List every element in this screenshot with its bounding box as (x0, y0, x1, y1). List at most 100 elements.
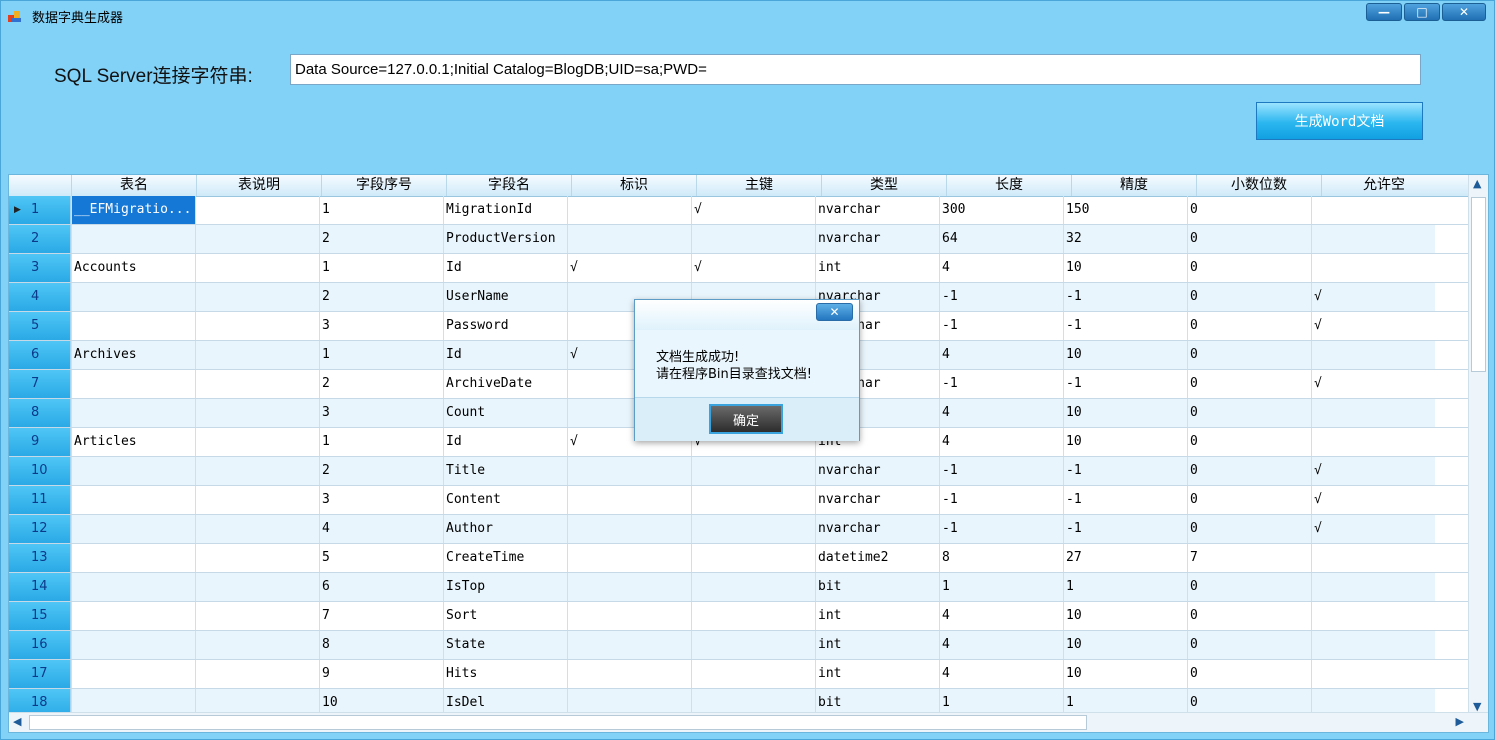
cell-field-name[interactable]: Author (443, 515, 567, 543)
cell-type[interactable]: int (815, 660, 939, 688)
col-header-identity[interactable]: 标识 (571, 175, 696, 196)
cell-field-order[interactable]: 2 (319, 283, 443, 311)
cell-type[interactable]: nvarchar (815, 486, 939, 514)
cell-length[interactable]: -1 (939, 370, 1063, 398)
cell-table-desc[interactable] (195, 196, 319, 224)
vertical-scrollbar[interactable]: ▲ ▼ (1468, 175, 1488, 715)
cell-table-name[interactable]: Archives (71, 341, 195, 369)
row-header[interactable]: 13 (9, 544, 71, 572)
cell-table-desc[interactable] (195, 544, 319, 572)
cell-field-order[interactable]: 3 (319, 399, 443, 427)
connection-string-input[interactable]: Data Source=127.0.0.1;Initial Catalog=Bl… (290, 54, 1421, 85)
cell-length[interactable]: 4 (939, 254, 1063, 282)
row-header[interactable]: ▶ 1 (9, 196, 71, 224)
cell-nullable[interactable] (1311, 341, 1435, 369)
cell-scale[interactable]: 0 (1187, 196, 1311, 224)
cell-nullable[interactable] (1311, 602, 1435, 630)
cell-nullable[interactable]: √ (1311, 312, 1435, 340)
cell-table-desc[interactable] (195, 312, 319, 340)
cell-precision[interactable]: 10 (1063, 254, 1187, 282)
horizontal-scrollbar[interactable]: ◀ ▶ (9, 712, 1488, 732)
generate-word-button[interactable]: 生成Word文档 (1256, 102, 1423, 140)
cell-precision[interactable]: 32 (1063, 225, 1187, 253)
cell-field-name[interactable]: UserName (443, 283, 567, 311)
cell-length[interactable]: 300 (939, 196, 1063, 224)
cell-primary-key[interactable] (691, 515, 815, 543)
cell-scale[interactable]: 0 (1187, 428, 1311, 456)
cell-identity[interactable] (567, 515, 691, 543)
cell-table-name[interactable] (71, 515, 195, 543)
cell-precision[interactable]: -1 (1063, 515, 1187, 543)
cell-field-order[interactable]: 1 (319, 254, 443, 282)
cell-table-desc[interactable] (195, 457, 319, 485)
cell-nullable[interactable]: √ (1311, 283, 1435, 311)
row-header[interactable]: 6 (9, 341, 71, 369)
cell-field-order[interactable]: 8 (319, 631, 443, 659)
cell-length[interactable]: 4 (939, 660, 1063, 688)
cell-precision[interactable]: 10 (1063, 399, 1187, 427)
cell-field-name[interactable]: Sort (443, 602, 567, 630)
col-header-table-desc[interactable]: 表说明 (196, 175, 321, 196)
cell-type[interactable]: nvarchar (815, 515, 939, 543)
table-row[interactable]: 2 2 ProductVersion nvarchar 64 32 0 (9, 225, 1470, 254)
cell-table-name[interactable] (71, 486, 195, 514)
cell-field-name[interactable]: ArchiveDate (443, 370, 567, 398)
cell-field-name[interactable]: Count (443, 399, 567, 427)
cell-table-name[interactable] (71, 544, 195, 572)
cell-nullable[interactable] (1311, 573, 1435, 601)
col-header-nullable[interactable]: 允许空 (1321, 175, 1446, 196)
data-grid[interactable]: 表名 表说明 字段序号 字段名 标识 主键 类型 长度 精度 小数位数 允许空 … (8, 174, 1489, 733)
cell-table-name[interactable] (71, 457, 195, 485)
row-header[interactable]: 12 (9, 515, 71, 543)
cell-table-name[interactable]: Accounts (71, 254, 195, 282)
cell-type[interactable]: bit (815, 573, 939, 601)
cell-field-order[interactable]: 6 (319, 573, 443, 601)
cell-field-name[interactable]: MigrationId (443, 196, 567, 224)
dialog-close-button[interactable]: ✕ (816, 303, 853, 321)
cell-primary-key[interactable] (691, 457, 815, 485)
cell-precision[interactable]: 10 (1063, 428, 1187, 456)
dialog-ok-button[interactable]: 确定 (709, 404, 783, 434)
cell-type[interactable]: nvarchar (815, 457, 939, 485)
cell-nullable[interactable] (1311, 254, 1435, 282)
cell-table-name[interactable]: Articles (71, 428, 195, 456)
row-header[interactable]: 10 (9, 457, 71, 485)
cell-scale[interactable]: 0 (1187, 486, 1311, 514)
cell-table-desc[interactable] (195, 370, 319, 398)
cell-nullable[interactable]: √ (1311, 457, 1435, 485)
cell-field-name[interactable]: Id (443, 341, 567, 369)
cell-table-desc[interactable] (195, 254, 319, 282)
cell-field-name[interactable]: Password (443, 312, 567, 340)
cell-identity[interactable] (567, 196, 691, 224)
maximize-button[interactable]: □ (1404, 3, 1440, 21)
cell-nullable[interactable]: √ (1311, 370, 1435, 398)
cell-precision[interactable]: 1 (1063, 573, 1187, 601)
cell-table-name[interactable]: __EFMigratio... (71, 196, 195, 224)
scroll-up-icon[interactable]: ▲ (1473, 177, 1481, 190)
col-header-precision[interactable]: 精度 (1071, 175, 1196, 196)
cell-precision[interactable]: 10 (1063, 341, 1187, 369)
cell-precision[interactable]: -1 (1063, 370, 1187, 398)
cell-type[interactable]: int (815, 631, 939, 659)
cell-nullable[interactable] (1311, 428, 1435, 456)
cell-table-desc[interactable] (195, 660, 319, 688)
cell-field-name[interactable]: State (443, 631, 567, 659)
cell-primary-key[interactable]: √ (691, 196, 815, 224)
cell-scale[interactable]: 7 (1187, 544, 1311, 572)
cell-scale[interactable]: 0 (1187, 660, 1311, 688)
cell-precision[interactable]: 150 (1063, 196, 1187, 224)
cell-scale[interactable]: 0 (1187, 341, 1311, 369)
cell-nullable[interactable] (1311, 196, 1435, 224)
dialog-title-bar[interactable]: ✕ (635, 300, 859, 330)
cell-length[interactable]: 1 (939, 573, 1063, 601)
cell-scale[interactable]: 0 (1187, 573, 1311, 601)
cell-table-name[interactable] (71, 370, 195, 398)
cell-table-name[interactable] (71, 631, 195, 659)
cell-nullable[interactable]: √ (1311, 486, 1435, 514)
cell-scale[interactable]: 0 (1187, 457, 1311, 485)
title-bar[interactable]: 数据字典生成器 — □ ✕ (1, 1, 1494, 31)
cell-precision[interactable]: -1 (1063, 312, 1187, 340)
cell-identity[interactable] (567, 573, 691, 601)
cell-precision[interactable]: 10 (1063, 602, 1187, 630)
cell-field-name[interactable]: Hits (443, 660, 567, 688)
